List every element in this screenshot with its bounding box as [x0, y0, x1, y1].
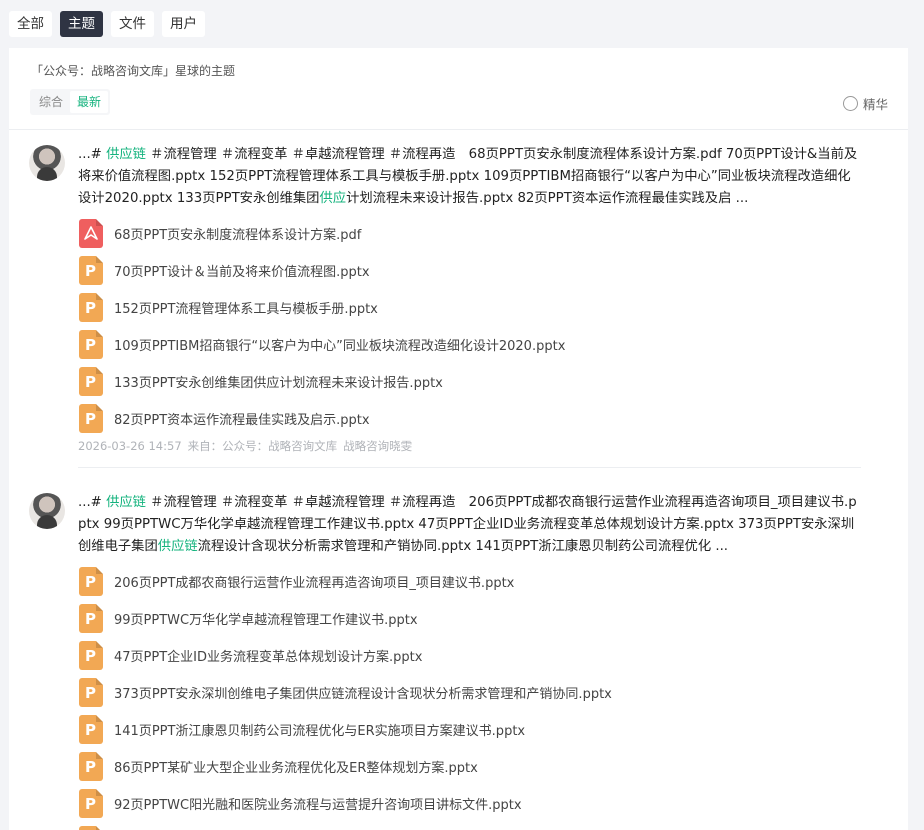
file-item[interactable]: 152页PPT流程管理体系工具与模板手册.pptx	[78, 289, 863, 326]
topic-content: ...# 供应链 ＃流程管理 ＃流程变革 ＃卓越流程管理 ＃流程再造 68页PP…	[78, 144, 863, 467]
topic-list: ...# 供应链 ＃流程管理 ＃流程变革 ＃卓越流程管理 ＃流程再造 68页PP…	[9, 130, 908, 830]
summary-text: ...#	[78, 495, 107, 510]
file-item[interactable]: 86页PPT某矿业大型企业业务流程优化及ER整体规划方案.pptx	[78, 748, 863, 785]
pptx-file-icon	[79, 567, 103, 596]
tab-files[interactable]: 文件	[111, 11, 154, 37]
pptx-file-icon	[79, 256, 103, 285]
file-item[interactable]: 206页PPT成都农商银行运营作业流程再造咨询项目_项目建议书.pptx	[78, 563, 863, 600]
sort-latest-button[interactable]: 最新	[70, 91, 109, 113]
file-item[interactable]: 92页PPTWC阳光融和医院业务流程与运营提升咨询项目讲标文件.pptx	[78, 785, 863, 822]
top-tabs: 全部 主题 文件 用户	[9, 11, 205, 37]
hashtag-link[interactable]: 供应链	[158, 539, 198, 554]
summary-text: ...#	[78, 147, 107, 162]
avatar[interactable]	[29, 145, 65, 181]
file-item[interactable]: 109页PPTIBM招商银行“以客户为中心”同业板块流程改造细化设计2020.p…	[78, 326, 863, 363]
pptx-file-icon	[79, 367, 103, 396]
file-item[interactable]: 47页PPT企业ID业务流程变革总体规划设计方案.pptx	[78, 637, 863, 674]
hashtag-link[interactable]: 供应	[319, 191, 346, 206]
topic-summary[interactable]: ...# 供应链 ＃流程管理 ＃流程变革 ＃卓越流程管理 ＃流程再造 68页PP…	[78, 144, 863, 210]
file-item[interactable]: 373页PPT安永深圳创维电子集团供应链流程设计含现状分析需求管理和产销协同.p…	[78, 674, 863, 711]
topic-summary[interactable]: ...# 供应链 ＃流程管理 ＃流程变革 ＃卓越流程管理 ＃流程再造 206页P…	[78, 492, 863, 558]
pptx-file-icon	[79, 604, 103, 633]
hashtag-link[interactable]: 供应链	[106, 495, 146, 510]
file-item[interactable]: 82页PPT资本运作流程最佳实践及启示.pptx	[78, 400, 863, 437]
tab-all[interactable]: 全部	[9, 11, 52, 37]
file-name: 86页PPT某矿业大型企业业务流程优化及ER整体规划方案.pptx	[114, 761, 478, 776]
file-item[interactable]: 99页PPTWC万华化学卓越流程管理工作建议书.pptx	[78, 600, 863, 637]
file-name: 206页PPT成都农商银行运营作业流程再造咨询项目_项目建议书.pptx	[114, 576, 515, 591]
pptx-file-icon	[79, 752, 103, 781]
file-name: 82页PPT资本运作流程最佳实践及启示.pptx	[114, 413, 370, 428]
file-name: 141页PPT浙江康恩贝制药公司流程优化与ER实施项目方案建议书.pptx	[114, 724, 526, 739]
meta-time: 2026-03-26 14:57	[78, 439, 182, 453]
file-item[interactable]: 68页PPT页安永制度流程体系设计方案.pdf	[78, 215, 863, 252]
topic-content: ...# 供应链 ＃流程管理 ＃流程变革 ＃卓越流程管理 ＃流程再造 206页P…	[78, 492, 863, 830]
topic-item: ...# 供应链 ＃流程管理 ＃流程变革 ＃卓越流程管理 ＃流程再造 206页P…	[9, 478, 908, 830]
file-item[interactable]: 133页PPT安永创维集团供应计划流程未来设计报告.pptx	[78, 363, 863, 400]
file-name: 99页PPTWC万华化学卓越流程管理工作建议书.pptx	[114, 613, 418, 628]
file-item[interactable]: 141页PPT浙江康恩贝制药公司流程优化与ER实施项目方案建议书.pptx	[78, 711, 863, 748]
topic-meta: 2026-03-26 14:57 来自：公众号：战略咨询文库 战略咨询晓雯	[78, 437, 863, 467]
file-name: 92页PPTWC阳光融和医院业务流程与运营提升咨询项目讲标文件.pptx	[114, 798, 522, 813]
panel-header: 「公众号：战略咨询文库」星球的主题 综合 最新 精华	[9, 48, 908, 130]
topic-divider	[78, 467, 861, 468]
file-name: 109页PPTIBM招商银行“以客户为中心”同业板块流程改造细化设计2020.p…	[114, 339, 566, 354]
file-list: 68页PPT页安永制度流程体系设计方案.pdf 70页PPT设计＆当前及将来价值流…	[78, 215, 863, 437]
file-name: 133页PPT安永创维集团供应计划流程未来设计报告.pptx	[114, 376, 443, 391]
topic-panel: 「公众号：战略咨询文库」星球的主题 综合 最新 精华 ...# 供应链 ＃流程管…	[9, 48, 908, 830]
meta-source[interactable]: 来自：公众号：战略咨询文库	[188, 439, 338, 453]
file-name: 68页PPT页安永制度流程体系设计方案.pdf	[114, 228, 362, 243]
file-name: 47页PPT企业ID业务流程变革总体规划设计方案.pptx	[114, 650, 423, 665]
radio-circle-icon[interactable]	[842, 96, 858, 111]
pptx-file-icon	[79, 826, 103, 830]
featured-label: 精华	[862, 97, 888, 112]
pdf-file-icon	[79, 219, 103, 248]
pptx-file-icon	[79, 789, 103, 818]
tab-topics[interactable]: 主题	[60, 11, 103, 37]
pptx-file-icon	[79, 641, 103, 670]
pptx-file-icon	[79, 678, 103, 707]
meta-author[interactable]: 战略咨询晓雯	[343, 439, 412, 453]
file-name: 373页PPT安永深圳创维电子集团供应链流程设计含现状分析需求管理和产销协同.p…	[114, 687, 612, 702]
sort-comprehensive-button[interactable]: 综合	[32, 91, 70, 113]
file-list: 206页PPT成都农商银行运营作业流程再造咨询项目_项目建议书.pptx 99页P…	[78, 563, 863, 830]
summary-text: 流程设计含现状分析需求管理和产销协同.pptx 141页PPT浙江康恩贝制药公司…	[197, 539, 729, 554]
hashtag-link[interactable]: 供应链	[106, 147, 146, 162]
pptx-file-icon	[79, 715, 103, 744]
panel-subtitle: 「公众号：战略咨询文库」星球的主题	[31, 64, 236, 78]
file-item[interactable]: 111页PPT企业架构流程优化方法论BR.pptx	[78, 822, 863, 830]
file-item[interactable]: 70页PPT设计＆当前及将来价值流程图.pptx	[78, 252, 863, 289]
pptx-file-icon	[79, 330, 103, 359]
pptx-file-icon	[79, 293, 103, 322]
summary-text: 计划流程未来设计报告.pptx 82页PPT资本运作流程最佳实践及启 ...	[346, 191, 749, 206]
topic-item: ...# 供应链 ＃流程管理 ＃流程变革 ＃卓越流程管理 ＃流程再造 68页PP…	[9, 130, 908, 467]
file-name: 70页PPT设计＆当前及将来价值流程图.pptx	[114, 265, 370, 280]
tab-users[interactable]: 用户	[162, 11, 205, 37]
avatar[interactable]	[29, 493, 65, 529]
file-name: 152页PPT流程管理体系工具与模板手册.pptx	[114, 302, 378, 317]
pptx-file-icon	[79, 404, 103, 433]
sort-toggle: 综合 最新	[30, 89, 111, 115]
featured-filter[interactable]: 精华	[842, 94, 888, 113]
